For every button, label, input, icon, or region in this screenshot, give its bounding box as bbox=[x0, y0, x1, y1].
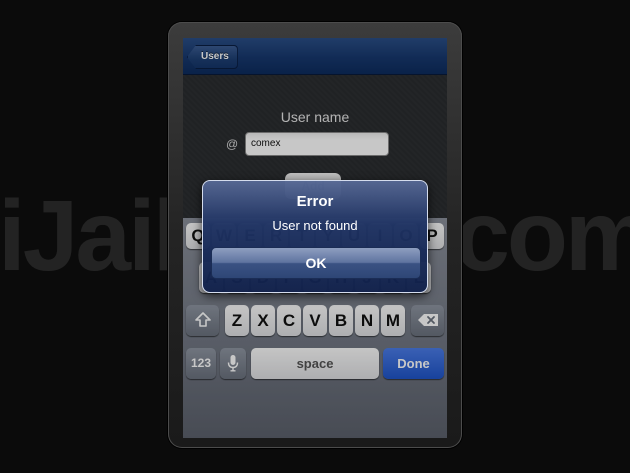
alert-title: Error bbox=[296, 193, 334, 210]
alert-ok-button[interactable]: OK bbox=[211, 247, 421, 279]
alert-message: User not found bbox=[272, 218, 358, 233]
device-frame: Users User name @ comex Add Q W E R T Y … bbox=[168, 22, 462, 448]
error-alert: Error User not found OK bbox=[202, 180, 428, 293]
screen: Users User name @ comex Add Q W E R T Y … bbox=[183, 38, 447, 438]
